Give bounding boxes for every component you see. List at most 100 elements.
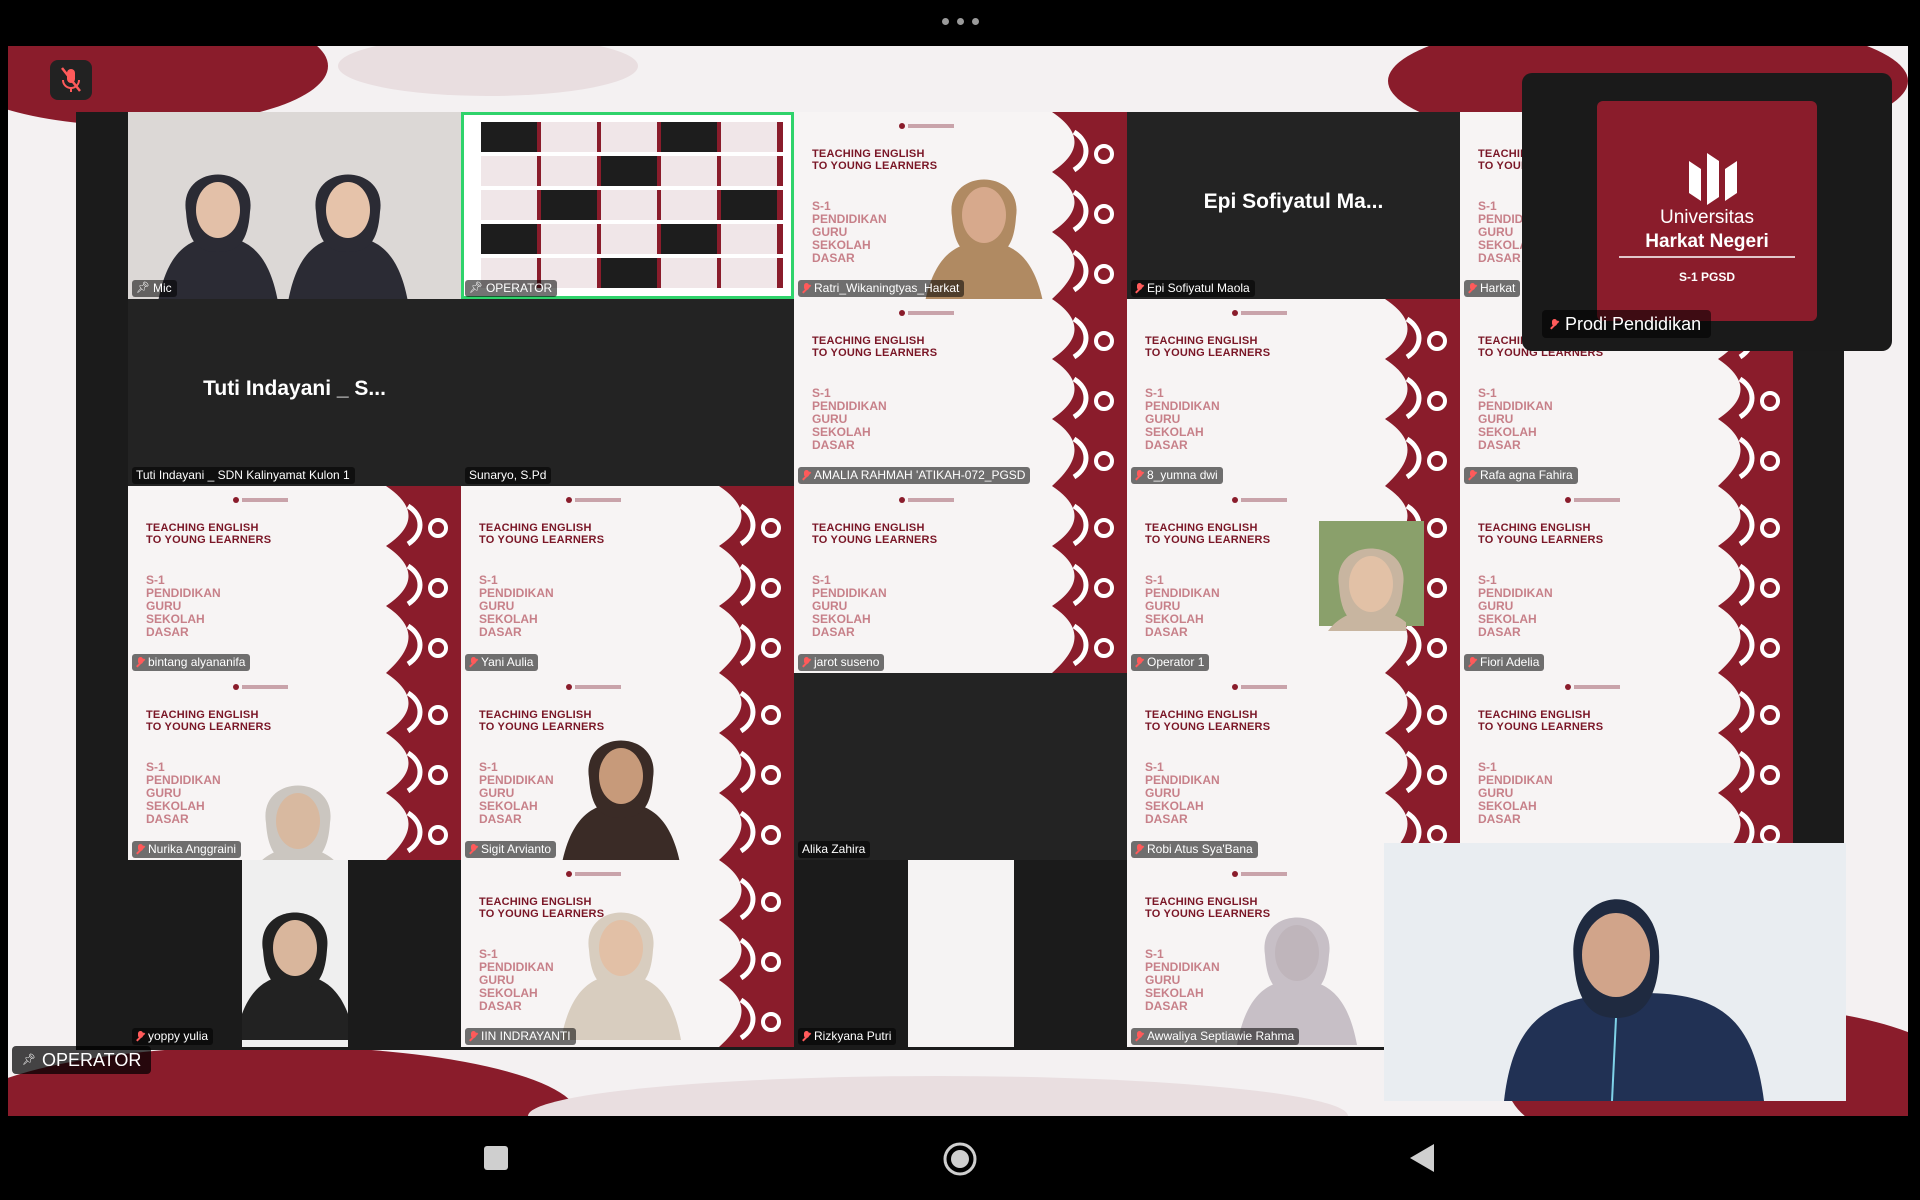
slide-program: S-1 PENDIDIKAN GURU SEKOLAH DASAR	[812, 200, 887, 265]
participant-name-label: Ratri_Wikaningtyas_Harkat	[798, 280, 965, 297]
slide-logo	[1231, 870, 1291, 880]
slide-title-line: TEACHING ENGLISH	[1145, 709, 1258, 721]
recent-apps-icon[interactable]	[483, 1145, 509, 1176]
participant-tile[interactable]: TEACHING ENGLISHTO YOUNG LEARNERSS-1PEND…	[794, 486, 1127, 673]
slide-title: TEACHING ENGLISHTO YOUNG LEARNERS	[146, 709, 271, 733]
screen-share-tile	[661, 224, 723, 254]
participant-tile[interactable]: TEACHING ENGLISHTO YOUNG LEARNERSS-1PEND…	[794, 299, 1127, 486]
slide-program: S-1 PENDIDIKAN GURU SEKOLAH DASAR	[1145, 761, 1220, 826]
slide-logo	[565, 870, 625, 880]
slide-program: S-1 PENDIDIKAN GURU SEKOLAH DASAR	[1145, 574, 1220, 639]
screen-share-tile	[481, 224, 543, 254]
participant-name: Awwaliya Septiawie Rahma	[1147, 1029, 1295, 1043]
participant-tile[interactable]: Epi Sofiyatul Ma... Epi Sofiyatul Maola	[1127, 112, 1460, 299]
mic-off-icon	[136, 657, 145, 668]
participant-name: jarot suseno	[814, 655, 880, 669]
participant-tile[interactable]: TEACHING ENGLISHTO YOUNG LEARNERSS-1PEND…	[461, 673, 794, 860]
slide-program-line: DASAR	[146, 625, 189, 639]
participant-tile[interactable]: Tuti Indayani _ S... Tuti Indayani _ SDN …	[128, 299, 461, 486]
screen-share-tile	[481, 156, 543, 186]
slide-thumbnail: TEACHING ENGLISHTO YOUNG LEARNERS S-1PEND…	[794, 299, 1127, 486]
home-icon[interactable]	[942, 1141, 978, 1182]
screen-share-tile	[661, 156, 723, 186]
participant-name: IIN INDRAYANTI	[481, 1029, 571, 1043]
participant-name-label: bintang alyananifa	[132, 654, 251, 671]
participant-tile[interactable]: yoppy yulia	[128, 860, 461, 1047]
participant-tile[interactable]: Alika Zahira	[794, 673, 1127, 860]
slide-title-line: TEACHING ENGLISH	[146, 709, 259, 721]
slide-program-line: DASAR	[479, 999, 522, 1013]
slide-program: S-1 PENDIDIKAN GURU SEKOLAH DASAR	[812, 574, 887, 639]
participant-tile[interactable]: TEACHING ENGLISHTO YOUNG LEARNERSS-1PEND…	[1127, 486, 1460, 673]
mute-button[interactable]	[50, 60, 92, 100]
participant-avatar-name: Epi Sofiyatul Ma...	[1203, 190, 1384, 213]
pinned-participant-window[interactable]: Universitas Harkat Negeri S-1 PGSD Prodi…	[1522, 73, 1892, 351]
screen-share-tile	[541, 122, 603, 152]
participant-name: Rafa agna Fahira	[1480, 468, 1573, 482]
slide-title-line: TEACHING ENGLISH	[1145, 522, 1258, 534]
participant-tile[interactable]: Rizkyana Putri	[794, 860, 1127, 1047]
screen-share-tile	[661, 190, 723, 220]
slide-program: S-1 PENDIDIKAN GURU SEKOLAH DASAR	[479, 761, 554, 826]
slide-program: S-1 PENDIDIKAN GURU SEKOLAH DASAR	[1478, 387, 1553, 452]
participant-video	[1237, 917, 1357, 1045]
participant-name-label: 📌︎ OPERATOR	[465, 280, 558, 297]
mic-off-icon	[469, 844, 478, 855]
slide-logo	[232, 496, 292, 506]
participant-tile[interactable]: TEACHING ENGLISHTO YOUNG LEARNERSS-1PEND…	[1460, 673, 1793, 860]
back-icon[interactable]	[1408, 1142, 1436, 1179]
slide-thumbnail: TEACHING ENGLISHTO YOUNG LEARNERS S-1PEND…	[128, 486, 461, 673]
slide-title-line: TO YOUNG LEARNERS	[1145, 347, 1271, 359]
slide-thumbnail: TEACHING ENGLISHTO YOUNG LEARNERS S-1PEND…	[1460, 673, 1793, 860]
slide-program-line: DASAR	[1145, 625, 1188, 639]
participant-tile[interactable]: TEACHING ENGLISHTO YOUNG LEARNERSS-1PEND…	[1460, 486, 1793, 673]
slide-program-line: DASAR	[1145, 438, 1188, 452]
mic-off-icon	[1135, 657, 1144, 668]
more-horizontal-icon[interactable]	[942, 18, 979, 25]
slide-title-line: TO YOUNG LEARNERS	[146, 534, 272, 546]
participant-video	[561, 912, 681, 1040]
screen-share-tile	[661, 258, 723, 288]
slide-title-line: TEACHING ENGLISH	[479, 522, 592, 534]
participant-name-label: Sunaryo, S.Pd	[465, 467, 552, 484]
slide-ornament	[1345, 673, 1460, 860]
self-name: OPERATOR	[41, 1050, 142, 1070]
slide-logo	[898, 496, 958, 506]
participant-tile[interactable]: TEACHING ENGLISHTO YOUNG LEARNERSS-1PEND…	[1127, 673, 1460, 860]
mic-off-icon	[469, 1031, 478, 1042]
screen-share-tile	[661, 122, 723, 152]
participant-tile[interactable]: TEACHING ENGLISHTO YOUNG LEARNERSS-1PEND…	[128, 486, 461, 673]
participant-avatar-name: Tuti Indayani _ S...	[203, 377, 386, 400]
screen-share-tile	[601, 224, 663, 254]
mic-off-icon	[136, 1031, 145, 1042]
participant-tile[interactable]: TEACHING ENGLISHTO YOUNG LEARNERSS-1PEND…	[1127, 299, 1460, 486]
participant-video-frame	[242, 860, 348, 1047]
slide-title-line: TEACHING ENGLISH	[1478, 522, 1591, 534]
slide-logo	[1231, 309, 1291, 319]
participant-name-label: 8_yumna dwi	[1131, 467, 1223, 484]
slide-program-line: DASAR	[479, 625, 522, 639]
participant-tile[interactable]: 📌︎ Mic	[128, 112, 461, 299]
slide-title-line: TEACHING ENGLISH	[1145, 335, 1258, 347]
participant-name-label: 📌︎ Mic	[132, 280, 177, 297]
screen-share-tile	[541, 224, 603, 254]
self-view[interactable]	[1384, 843, 1846, 1101]
participant-tile[interactable]: TEACHING ENGLISHTO YOUNG LEARNERSS-1PEND…	[128, 673, 461, 860]
slide-logo	[898, 309, 958, 319]
participant-name-label: Operator 1	[1131, 654, 1210, 671]
participant-name: Nurika Anggraini	[148, 842, 237, 856]
slide-program-line: DASAR	[812, 438, 855, 452]
participant-tile[interactable]: Sunaryo, S.Pd	[461, 299, 794, 486]
participant-tile[interactable]: 📌︎ OPERATOR	[461, 112, 794, 299]
self-video	[1384, 843, 1846, 1101]
slide-title: TEACHING ENGLISHTO YOUNG LEARNERS	[812, 335, 937, 359]
participant-tile[interactable]: TEACHING ENGLISHTO YOUNG LEARNERSS-1PEND…	[794, 112, 1127, 299]
slide-title: TEACHING ENGLISHTO YOUNG LEARNERS	[1478, 709, 1603, 733]
speaker-photo	[1319, 521, 1424, 631]
self-name-label: 📌︎ OPERATOR	[12, 1046, 152, 1074]
participant-tile[interactable]: TEACHING ENGLISHTO YOUNG LEARNERSS-1PEND…	[461, 860, 794, 1047]
svg-text:Universitas: Universitas	[1660, 207, 1754, 228]
mic-off-icon	[61, 67, 81, 92]
participant-tile[interactable]: TEACHING ENGLISHTO YOUNG LEARNERSS-1PEND…	[461, 486, 794, 673]
slide-logo	[898, 122, 958, 132]
